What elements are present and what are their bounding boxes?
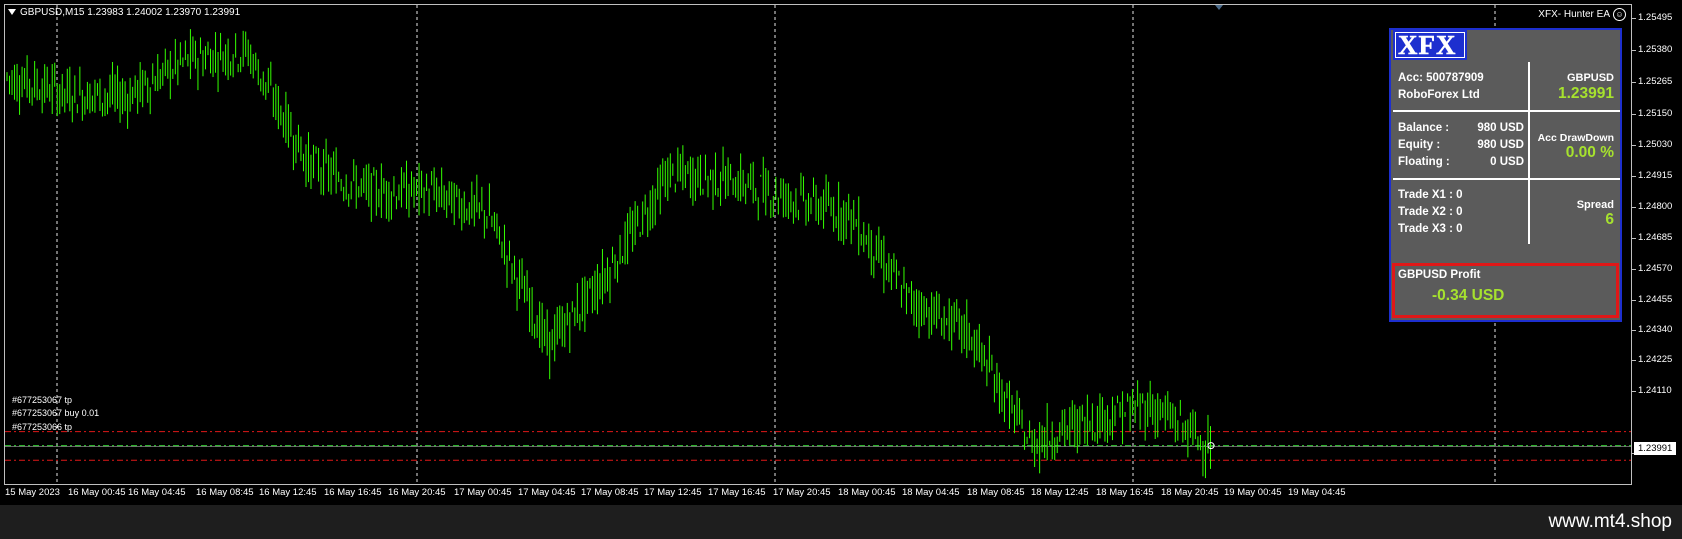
smiley-icon[interactable]: ☺: [1613, 8, 1626, 21]
trade-x2: Trade X2 : 0: [1398, 206, 1463, 218]
time-tick: 18 May 12:45: [1031, 487, 1089, 498]
time-tick: 17 May 12:45: [644, 487, 702, 498]
ea-name-label: XFX- Hunter EA: [1538, 9, 1610, 20]
price-axis[interactable]: 1.25495 1.25380 1.25265 1.25150 1.25030 1.249…: [1631, 4, 1682, 485]
chart-area[interactable]: GBPUSD,M15 1.23983 1.24002 1.23970 1.239…: [0, 0, 1682, 505]
time-tick: 18 May 20:45: [1161, 487, 1219, 498]
shift-marker-icon: [1215, 5, 1223, 10]
time-tick: 17 May 00:45: [454, 487, 512, 498]
floating-value: 0 USD: [1490, 156, 1524, 168]
order-entry-label: #677253067 buy 0.01: [12, 408, 100, 418]
order-tp-label-lower: #677253066 tp: [12, 422, 73, 432]
time-tick: 15 May 2023: [5, 487, 60, 498]
time-tick: 16 May 04:45: [128, 487, 186, 498]
chart-svg[interactable]: [5, 5, 1632, 485]
chart-menu-icon[interactable]: [8, 9, 16, 16]
symbol-header[interactable]: GBPUSD,M15 1.23983 1.24002 1.23970 1.239…: [8, 7, 240, 18]
profit-label: GBPUSD Profit: [1398, 269, 1481, 281]
profit-value: -0.34 USD: [1432, 287, 1505, 304]
price-tick: 1.24110: [1632, 385, 1672, 396]
equity-value: 980 USD: [1477, 139, 1524, 151]
account-number: Acc: 500787909: [1398, 72, 1484, 84]
price-tick: 1.24800: [1631, 201, 1673, 212]
profit-box: GBPUSD Profit -0.34 USD: [1392, 263, 1619, 318]
xfx-logo: XFX: [1393, 30, 1467, 60]
time-tick: 18 May 00:45: [838, 487, 896, 498]
price-chart[interactable]: [4, 4, 1632, 485]
price-tick: 1.25495: [1631, 12, 1673, 23]
panel-vertical-divider: [1528, 62, 1530, 244]
time-tick: 16 May 20:45: [388, 487, 446, 498]
ea-name: XFX- Hunter EA ☺: [1538, 8, 1626, 21]
equity-label: Equity :: [1398, 139, 1441, 151]
balance-value: 980 USD: [1477, 122, 1524, 134]
price-tick: 1.24685: [1631, 232, 1673, 243]
panel-symbol-price: 1.23991: [1557, 85, 1614, 102]
price-tick: 1.24225: [1631, 354, 1673, 365]
price-tick: 1.24340: [1631, 324, 1673, 335]
spread-label: Spread: [1576, 199, 1614, 211]
broker-name: RoboForex Ltd: [1398, 89, 1480, 101]
drawdown-label: Acc DrawDown: [1537, 132, 1614, 144]
trade-x3: Trade X3 : 0: [1398, 223, 1463, 235]
price-tick: 1.24570: [1631, 263, 1673, 274]
time-tick: 17 May 08:45: [581, 487, 639, 498]
drawdown-value: 0.00 %: [1565, 144, 1614, 161]
price-tick: 1.25265: [1631, 76, 1673, 87]
current-price-marker: 1.23991: [1634, 442, 1677, 455]
footer-bar: www.mt4.shop: [0, 505, 1682, 539]
time-tick: 18 May 04:45: [902, 487, 960, 498]
time-tick: 17 May 16:45: [708, 487, 766, 498]
time-tick: 17 May 04:45: [518, 487, 576, 498]
order-tp-label-upper: #677253067 tp: [12, 395, 73, 405]
balance-label: Balance :: [1398, 122, 1450, 134]
trade-x1: Trade X1 : 0: [1398, 189, 1463, 201]
time-tick: 19 May 00:45: [1224, 487, 1282, 498]
price-tick: 1.24915: [1631, 170, 1673, 181]
ea-info-panel: XFX Acc: 500787909 RoboForex Ltd GBPUSD …: [1389, 28, 1622, 322]
price-tick: 1.25380: [1631, 44, 1673, 55]
price-tick: 1.24455: [1631, 294, 1673, 305]
time-tick: 16 May 12:45: [259, 487, 317, 498]
floating-label: Floating :: [1398, 156, 1450, 168]
time-tick: 16 May 08:45: [196, 487, 254, 498]
price-tick: 1.25030: [1631, 139, 1673, 150]
time-tick: 18 May 08:45: [967, 487, 1025, 498]
symbol-ohlc: GBPUSD,M15 1.23983 1.24002 1.23970 1.239…: [20, 7, 241, 18]
time-tick: 19 May 04:45: [1288, 487, 1346, 498]
panel-divider-2: [1393, 178, 1620, 180]
time-tick: 16 May 16:45: [324, 487, 382, 498]
time-tick: 17 May 20:45: [773, 487, 831, 498]
time-axis[interactable]: 15 May 2023 16 May 00:45 16 May 04:45 16 Ma…: [0, 487, 1632, 505]
time-tick: 18 May 16:45: [1096, 487, 1154, 498]
time-tick: 16 May 00:45: [68, 487, 126, 498]
spread-value: 6: [1605, 211, 1614, 228]
panel-symbol: GBPUSD: [1566, 72, 1614, 84]
panel-divider-1: [1393, 110, 1620, 112]
watermark: www.mt4.shop: [1548, 511, 1672, 532]
price-tick: 1.25150: [1631, 108, 1673, 119]
